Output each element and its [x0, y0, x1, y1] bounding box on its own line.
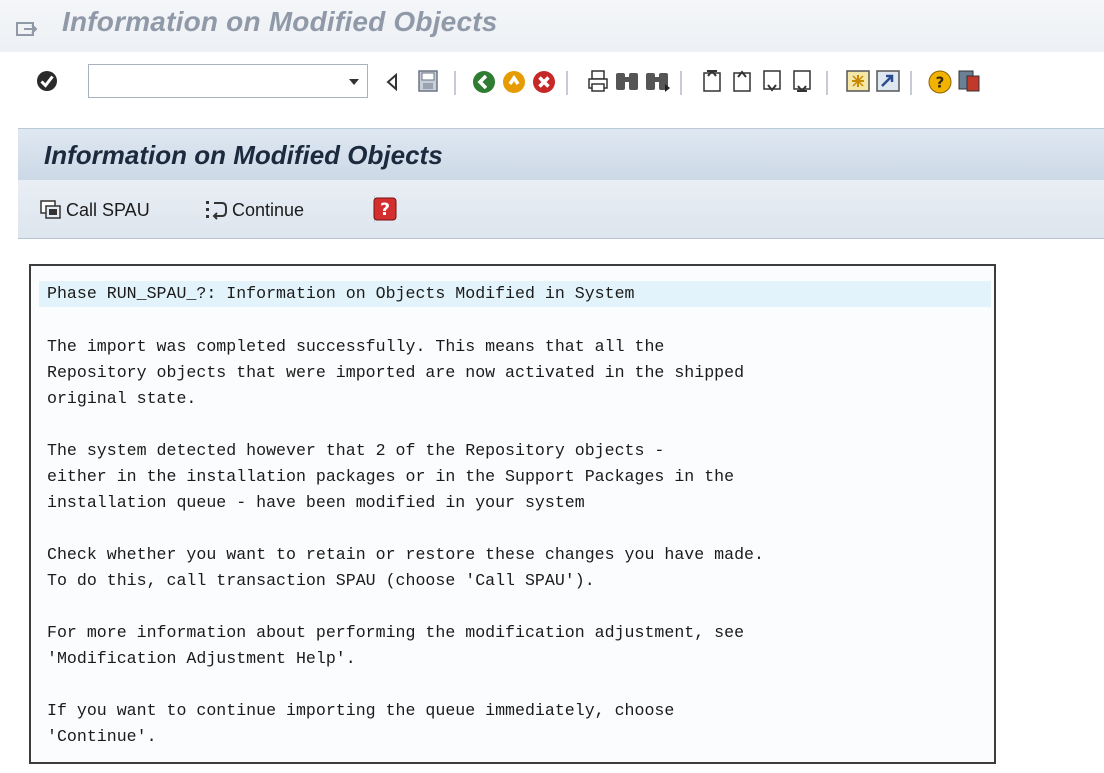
message-line: either in the installation packages or i… [47, 467, 735, 486]
command-field[interactable] [88, 64, 368, 98]
help-icon[interactable]: ? [928, 70, 952, 94]
back-arrow-icon[interactable] [386, 73, 398, 91]
application-toolbar: Call SPAU Continue ? [18, 180, 1104, 239]
enter-icon[interactable] [36, 70, 58, 92]
toolbar-separator [566, 71, 568, 95]
message-line: Repository objects that were imported ar… [47, 363, 745, 382]
create-session-icon[interactable] [846, 70, 870, 92]
command-input[interactable] [95, 66, 339, 98]
exit-icon[interactable] [502, 70, 526, 94]
toolbar-separator [910, 71, 912, 95]
toolbar-separator [454, 71, 456, 95]
message-line: To do this, call transaction SPAU (choos… [47, 571, 595, 590]
app-title-bar: Information on Modified Objects [18, 128, 1104, 181]
call-spau-icon [40, 200, 61, 219]
chevron-down-icon[interactable] [349, 79, 359, 85]
message-line: The import was completed successfully. T… [47, 337, 665, 356]
previous-page-icon[interactable] [730, 70, 754, 92]
message-line: Check whether you want to retain or rest… [47, 545, 764, 564]
cancel-icon[interactable] [532, 70, 556, 94]
message-line: For more information about performing th… [47, 623, 745, 642]
find-icon[interactable] [615, 70, 639, 92]
call-spau-label: Call SPAU [66, 199, 150, 220]
standard-toolbar: ? [0, 56, 1104, 114]
continue-icon [206, 201, 227, 220]
svg-text:?: ? [380, 200, 390, 220]
message-line: original state. [47, 389, 197, 408]
back-icon[interactable] [472, 70, 496, 94]
continue-button[interactable]: Continue [204, 197, 304, 223]
window-title: Information on Modified Objects [62, 6, 498, 37]
toolbar-separator [680, 71, 682, 95]
save-icon[interactable] [418, 70, 438, 92]
print-icon[interactable] [588, 70, 608, 92]
last-page-icon[interactable] [790, 70, 814, 92]
message-line: 'Modification Adjustment Help'. [47, 649, 356, 668]
message-line: installation queue - have been modified … [47, 493, 585, 512]
first-page-icon[interactable] [700, 70, 724, 92]
phase-heading: Phase RUN_SPAU_?: Information on Objects… [39, 281, 991, 307]
message-line: If you want to continue importing the qu… [47, 701, 675, 720]
find-next-icon[interactable] [645, 70, 671, 92]
call-spau-button[interactable]: Call SPAU [40, 197, 150, 223]
toolbar-separator [826, 71, 828, 95]
next-page-icon[interactable] [760, 70, 784, 92]
information-text-box: Phase RUN_SPAU_?: Information on Objects… [29, 264, 996, 764]
page-title: Information on Modified Objects [44, 140, 443, 170]
customize-layout-icon[interactable] [958, 70, 980, 92]
message-line: The system detected however that 2 of th… [47, 441, 665, 460]
message-line: 'Continue'. [47, 727, 157, 746]
window-menu-icon[interactable] [16, 22, 38, 38]
help-icon[interactable]: ? [373, 197, 397, 221]
continue-label: Continue [232, 199, 305, 220]
window-title-bar: Information on Modified Objects [0, 0, 1104, 52]
shortcut-icon[interactable] [876, 70, 900, 92]
svg-text:?: ? [936, 74, 945, 92]
